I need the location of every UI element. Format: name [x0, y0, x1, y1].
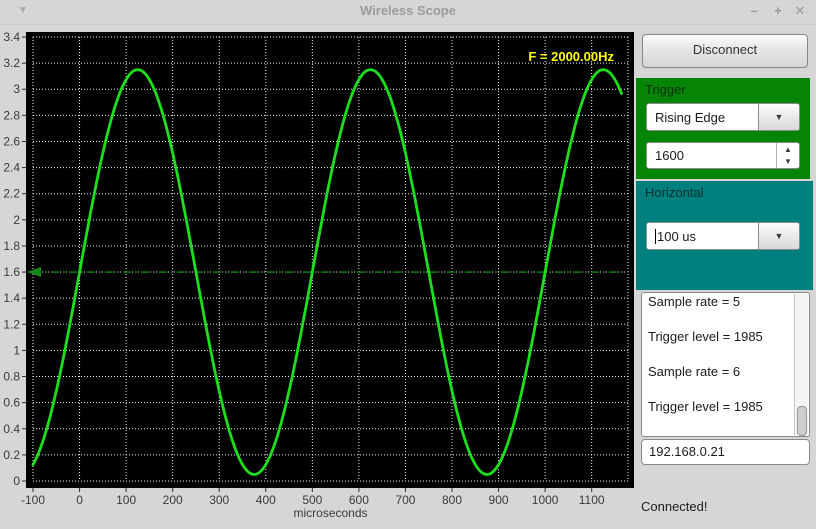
trigger-edge-dropdown-button[interactable]: ▼ — [758, 104, 799, 130]
close-button[interactable]: ✕ — [790, 2, 810, 20]
y-tick-label: 3.2 — [3, 56, 20, 70]
x-axis-label: microseconds — [293, 506, 367, 520]
log-textarea[interactable]: Sample rate = 5 Trigger level = 1985 Sampl… — [641, 292, 810, 437]
chevron-down-icon: ▼ — [774, 112, 784, 122]
x-tick-label: 300 — [209, 493, 229, 507]
x-tick-label: 400 — [256, 493, 276, 507]
x-tick-label: 100 — [116, 493, 136, 507]
x-tick-label: 0 — [76, 493, 83, 507]
x-tick-label: 700 — [395, 493, 415, 507]
y-tick-label: 3 — [13, 82, 20, 96]
x-tick-label: 900 — [489, 493, 509, 507]
timebase-value[interactable]: 100 us — [647, 228, 758, 244]
minimize-button[interactable]: – — [744, 2, 764, 20]
horizontal-panel-title: Horizontal — [645, 185, 704, 200]
x-tick-label: 200 — [163, 493, 183, 507]
log-line: Sample rate = 6 — [648, 364, 741, 379]
y-tick-label: 3.4 — [3, 30, 20, 44]
chevron-down-icon: ▼ — [774, 231, 784, 241]
frequency-readout: F = 2000.00Hz — [528, 49, 614, 64]
log-line: Trigger level = 1985 — [648, 399, 763, 414]
text-cursor — [655, 228, 656, 244]
scope-plot-svg: -100 0 100 200 300 400 500 600 700 800 900 1000 1100… — [3, 30, 634, 520]
disconnect-button[interactable]: Disconnect — [642, 34, 808, 68]
log-scrollbar[interactable] — [794, 294, 808, 436]
x-tick-label: 1100 — [579, 493, 605, 507]
y-tick-label: 1.2 — [3, 317, 20, 331]
y-tick-label: 0.8 — [3, 370, 20, 384]
timebase-dropdown-button[interactable]: ▼ — [758, 223, 799, 249]
scope-plot-area[interactable]: -100 0 100 200 300 400 500 600 700 800 900 1000 1100… — [0, 24, 640, 524]
log-line: Trigger level = 1985 — [648, 329, 763, 344]
x-tick-label: 800 — [442, 493, 462, 507]
y-tick-label: 0.6 — [3, 396, 20, 410]
title-bar[interactable]: ▼ Wireless Scope – + ✕ — [0, 0, 816, 25]
maximize-button[interactable]: + — [768, 2, 788, 20]
window-title: Wireless Scope — [360, 3, 456, 18]
ip-address-input[interactable]: 192.168.0.21 — [641, 439, 810, 465]
y-tick-label: 1.8 — [3, 239, 20, 253]
trigger-edge-value: Rising Edge — [655, 109, 726, 125]
trigger-level-value[interactable]: 1600 — [647, 148, 776, 163]
y-tick-label: 1.6 — [3, 265, 20, 279]
spin-up-icon[interactable]: ▲ — [777, 143, 799, 156]
x-tick-label: 1000 — [532, 493, 559, 507]
y-tick-label: 1.4 — [3, 291, 20, 305]
trigger-level-spinbox[interactable]: 1600 ▲ ▼ — [646, 142, 800, 169]
y-tick-label: 2.4 — [3, 161, 20, 175]
y-tick-label: 2.2 — [3, 187, 20, 201]
x-tick-label: -100 — [21, 493, 45, 507]
log-scrollbar-thumb[interactable] — [797, 406, 807, 436]
trigger-edge-select[interactable]: Rising Edge ▼ — [646, 103, 800, 131]
x-tick-label: 500 — [302, 493, 322, 507]
log-content: Sample rate = 5 Trigger level = 1985 Sampl… — [642, 293, 809, 424]
y-tick-label: 0 — [13, 474, 20, 488]
y-tick-label: 2.8 — [3, 108, 20, 122]
y-tick-label: 0.4 — [3, 422, 20, 436]
connection-status-label: Connected! — [641, 499, 708, 514]
log-line: Sample rate = 5 — [648, 294, 741, 309]
timebase-combobox[interactable]: 100 us ▼ — [646, 222, 800, 250]
x-tick-label: 600 — [349, 493, 369, 507]
y-tick-label: 2.6 — [3, 134, 20, 148]
y-tick-label: 0.2 — [3, 448, 20, 462]
spin-down-icon[interactable]: ▼ — [777, 156, 799, 169]
y-tick-label: 1 — [13, 343, 20, 357]
y-tick-label: 2 — [13, 213, 20, 227]
trigger-panel-title: Trigger — [645, 82, 686, 97]
spinner-arrows: ▲ ▼ — [776, 143, 799, 168]
